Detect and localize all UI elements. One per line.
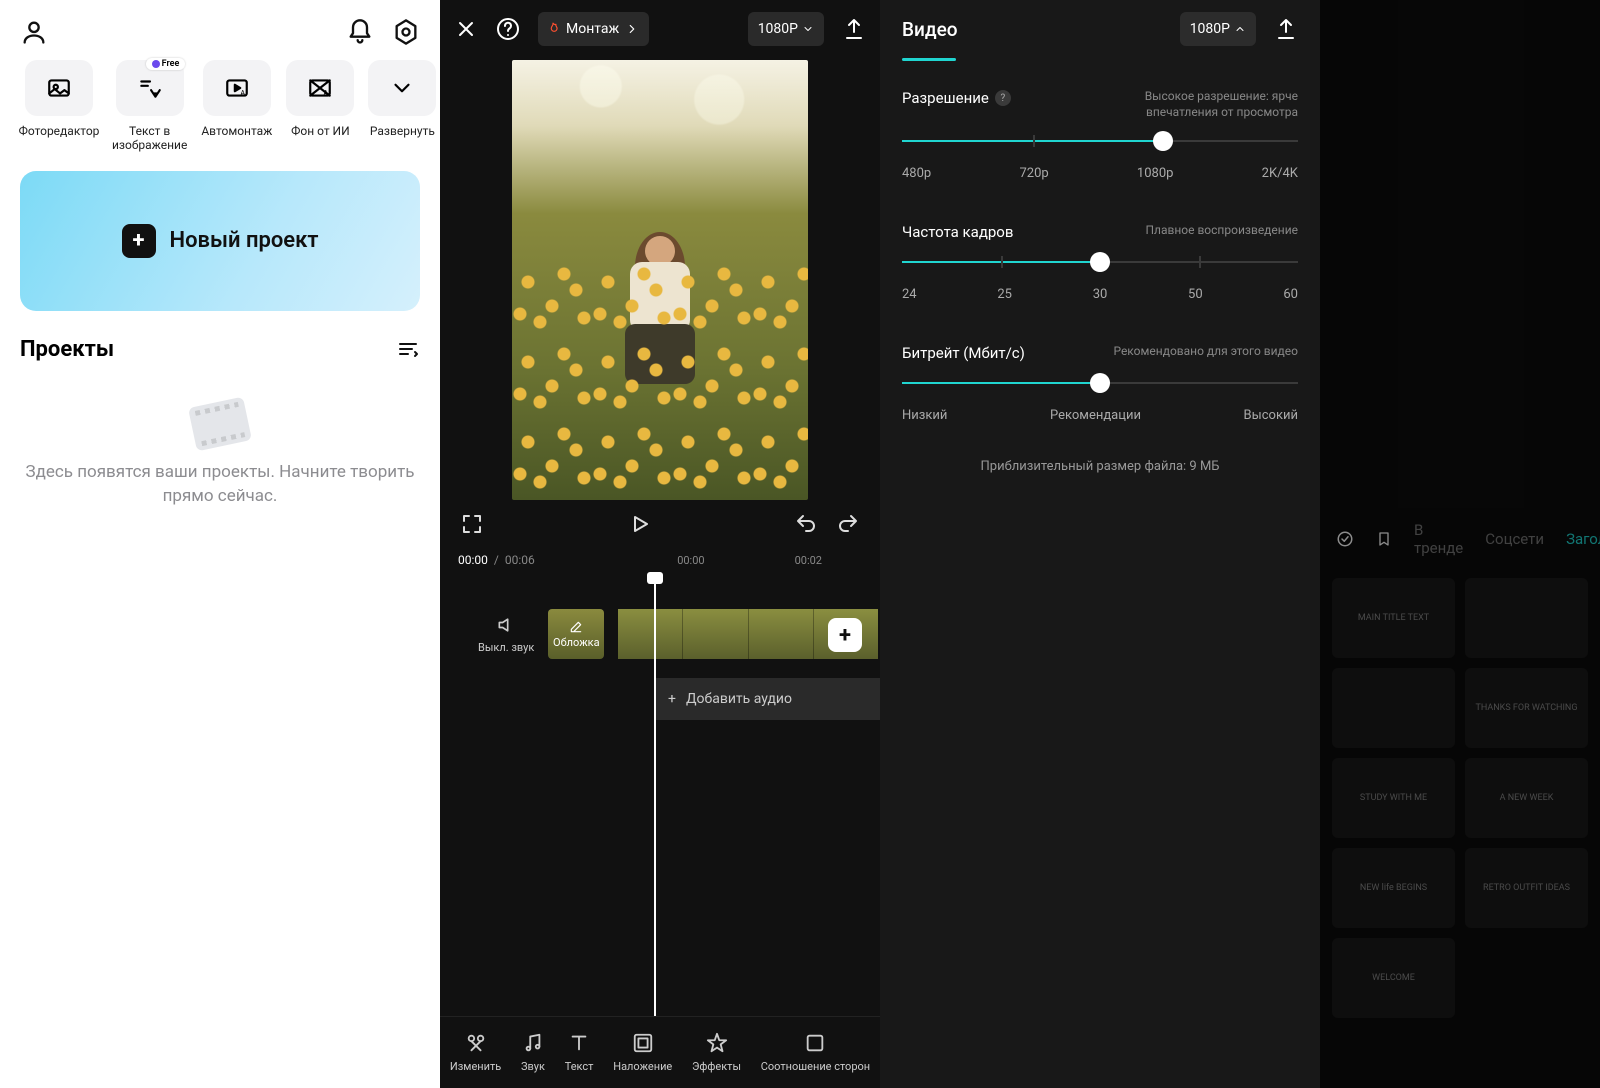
plus-icon: + bbox=[122, 224, 156, 258]
total-time: 00:06 bbox=[505, 553, 535, 567]
bitrate-slider[interactable] bbox=[902, 380, 1298, 386]
export-resolution-dropdown[interactable]: 1080P bbox=[1180, 12, 1256, 46]
bookmark-icon[interactable] bbox=[1376, 527, 1392, 551]
tool-shortcuts: Фоторедактор Free Текст в изображение AI… bbox=[20, 60, 420, 153]
bell-icon[interactable] bbox=[346, 18, 374, 46]
estimated-filesize: Приблизительный размер файла: 9 МБ bbox=[902, 459, 1298, 474]
tool-text-to-image[interactable]: Free Текст в изображение bbox=[112, 60, 187, 153]
playhead[interactable] bbox=[654, 574, 656, 1016]
export-icon[interactable] bbox=[842, 17, 866, 41]
template-card[interactable]: A NEW WEEK bbox=[1465, 758, 1588, 838]
fps-slider[interactable] bbox=[902, 259, 1298, 265]
empty-text: Здесь появятся ваши проекты. Начните тво… bbox=[20, 460, 420, 509]
svg-text:AI: AI bbox=[324, 89, 331, 98]
film-icon bbox=[188, 396, 252, 451]
tool-label: Фоторедактор bbox=[19, 124, 100, 138]
tab-social[interactable]: Соцсети bbox=[1485, 530, 1544, 548]
nav-effects[interactable]: Эффекты bbox=[692, 1032, 741, 1073]
tab-trending[interactable]: В тренде bbox=[1414, 521, 1463, 557]
montage-label: Монтаж bbox=[566, 21, 619, 37]
tool-label: Автомонтаж bbox=[201, 124, 272, 138]
current-time: 00:00 bbox=[458, 553, 488, 567]
nav-ratio[interactable]: Соотношение сторон bbox=[761, 1032, 870, 1073]
editor-bottom-nav: Изменить Звук Текст Наложение Эффекты Со… bbox=[440, 1016, 880, 1088]
export-title: Видео bbox=[902, 18, 958, 41]
close-icon[interactable] bbox=[454, 17, 478, 41]
timeline[interactable]: Выкл. звук Обложка + +Добавить аудио bbox=[440, 574, 880, 1016]
template-grid: MAIN TITLE TEXT THANKS FOR WATCHING STUD… bbox=[1320, 568, 1600, 1028]
filter-off-icon[interactable] bbox=[1336, 527, 1354, 551]
nav-text[interactable]: Текст bbox=[565, 1032, 594, 1073]
editor-panel: Монтаж 1080P 00:00 / 00:06 bbox=[440, 0, 880, 1088]
tool-photo-editor[interactable]: Фоторедактор bbox=[20, 60, 98, 153]
editor-topbar: Монтаж 1080P bbox=[440, 0, 880, 58]
new-project-button[interactable]: + Новый проект bbox=[20, 171, 420, 311]
fullscreen-icon[interactable] bbox=[460, 512, 484, 536]
help-icon[interactable] bbox=[496, 17, 520, 41]
home-panel: Фоторедактор Free Текст в изображение AI… bbox=[0, 0, 440, 1088]
preview-area bbox=[440, 58, 880, 502]
add-clip-button[interactable]: + bbox=[828, 618, 862, 652]
tool-label: Развернуть bbox=[370, 124, 435, 138]
projects-header: Проекты bbox=[20, 337, 420, 362]
new-project-label: Новый проект bbox=[170, 228, 319, 253]
template-card[interactable]: RETRO OUTFIT IDEAS bbox=[1465, 848, 1588, 928]
settings-icon[interactable] bbox=[392, 18, 420, 46]
home-topbar bbox=[20, 18, 420, 46]
nav-edit[interactable]: Изменить bbox=[450, 1032, 501, 1073]
tool-expand[interactable]: Развернуть bbox=[368, 60, 436, 153]
template-tabs: В тренде Соцсети Заголовок bbox=[1320, 510, 1600, 568]
resolution-slider[interactable] bbox=[902, 138, 1298, 144]
free-badge: Free bbox=[146, 58, 186, 70]
tool-auto-edit[interactable]: AI Автомонтаж bbox=[201, 60, 272, 153]
tool-ai-background[interactable]: AI Фон от ИИ bbox=[286, 60, 354, 153]
profile-icon[interactable] bbox=[20, 18, 48, 46]
preview-image[interactable] bbox=[512, 60, 808, 500]
template-card[interactable] bbox=[1332, 668, 1455, 748]
projects-empty-state: Здесь появятся ваши проекты. Начните тво… bbox=[20, 402, 420, 509]
fps-setting: Частота кадров Плавное воспроизведение 2… bbox=[902, 223, 1298, 302]
projects-heading: Проекты bbox=[20, 337, 114, 362]
export-icon[interactable] bbox=[1274, 17, 1298, 41]
templates-panel: В тренде Соцсети Заголовок MAIN TITLE TE… bbox=[1320, 0, 1600, 1088]
template-card[interactable] bbox=[1465, 578, 1588, 658]
time-display: 00:00 / 00:06 00:00 00:02 bbox=[440, 546, 880, 574]
help-icon[interactable]: ? bbox=[995, 90, 1011, 106]
template-card[interactable]: NEW life BEGINS bbox=[1332, 848, 1455, 928]
bitrate-setting: Битрейт (Мбит/с) Рекомендовано для этого… bbox=[902, 344, 1298, 423]
add-audio-button[interactable]: +Добавить аудио bbox=[654, 678, 880, 720]
playback-controls bbox=[440, 502, 880, 546]
flame-icon bbox=[546, 22, 560, 36]
sort-icon[interactable] bbox=[396, 337, 420, 361]
tool-label: Фон от ИИ bbox=[291, 124, 350, 138]
template-card[interactable]: MAIN TITLE TEXT bbox=[1332, 578, 1455, 658]
play-icon[interactable] bbox=[627, 512, 651, 536]
tab-title[interactable]: Заголовок bbox=[1566, 530, 1600, 548]
redo-icon[interactable] bbox=[836, 512, 860, 536]
template-card[interactable]: THANKS FOR WATCHING bbox=[1465, 668, 1588, 748]
montage-button[interactable]: Монтаж bbox=[538, 12, 649, 46]
cover-button[interactable]: Обложка bbox=[548, 609, 604, 659]
svg-text:AI: AI bbox=[240, 89, 247, 98]
nav-audio[interactable]: Звук bbox=[521, 1032, 545, 1073]
undo-icon[interactable] bbox=[794, 512, 818, 536]
template-card[interactable]: WELCOME bbox=[1332, 938, 1455, 1018]
timeline-ruler: 00:00 00:02 bbox=[677, 554, 822, 567]
resolution-setting: Разрешение? Высокое разрешение: ярче впе… bbox=[902, 89, 1298, 181]
nav-overlay[interactable]: Наложение bbox=[613, 1032, 672, 1073]
mute-button[interactable]: Выкл. звук bbox=[478, 615, 534, 654]
export-topbar: Видео 1080P bbox=[880, 0, 1320, 58]
resolution-dropdown[interactable]: 1080P bbox=[748, 12, 824, 46]
export-panel: Видео 1080P Разрешение? Высокое разрешен… bbox=[880, 0, 1320, 1088]
template-card[interactable]: STUDY WITH ME bbox=[1332, 758, 1455, 838]
tool-label: Текст в изображение bbox=[112, 124, 187, 153]
export-settings: Разрешение? Высокое разрешение: ярче впе… bbox=[880, 61, 1320, 502]
